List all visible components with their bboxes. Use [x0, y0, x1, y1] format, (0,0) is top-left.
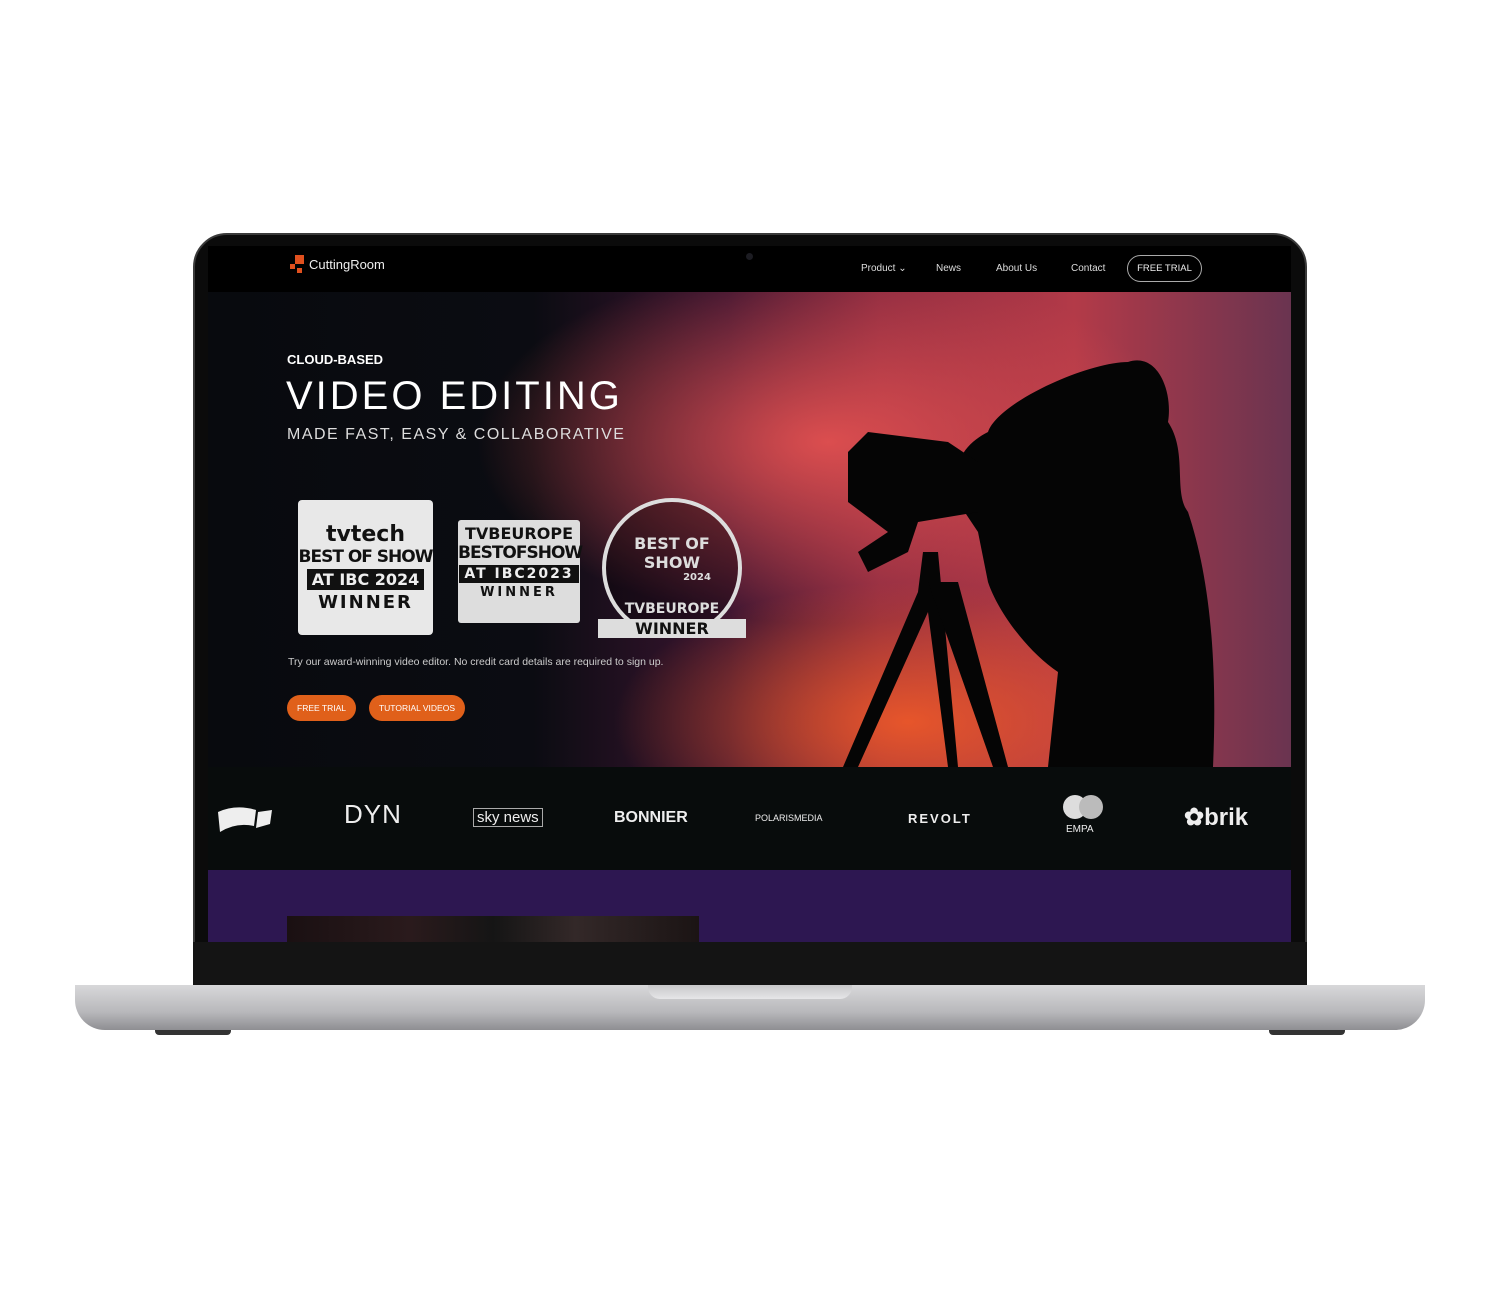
award-badge-tvtech: tvtech BEST OF SHOW AT IBC 2024 WINNER — [298, 500, 434, 635]
client-logo-polarismedia: POLARISMEDIA — [755, 813, 823, 823]
nav-news[interactable]: News — [936, 263, 961, 274]
client-logo-sky-news: sky news — [473, 808, 543, 827]
empa-logo-icon — [1063, 795, 1103, 819]
hero-kicker: CLOUD-BASED — [287, 352, 384, 367]
hero-tagline: Try our award-winning video editor. No c… — [288, 656, 664, 668]
brand-name: CuttingRoom — [309, 256, 385, 272]
client-logos: DYN sky news BONNIER POLARISMEDIA REVOLT… — [208, 767, 1291, 870]
award-badge-tvbeurope-2023: TVBEUROPE BESTOFSHOW AT IBC2023 WINNER — [458, 520, 583, 623]
nav-contact[interactable]: Contact — [1071, 263, 1105, 274]
free-trial-nav-button[interactable]: FREE TRIAL — [1127, 255, 1202, 282]
nav-about[interactable]: About Us — [996, 263, 1037, 274]
webcam — [746, 253, 753, 260]
client-logo-bonnier: BONNIER — [614, 809, 688, 826]
screen: CuttingRoom Product ⌄ News About Us Cont… — [208, 246, 1291, 942]
hero-title: VIDEO EDITING — [286, 374, 623, 418]
flag-logo-icon — [218, 807, 272, 832]
client-logo-revolt: REVOLT — [908, 811, 972, 826]
tutorial-videos-button[interactable]: TUTORIAL VIDEOS — [369, 695, 465, 721]
hero: CLOUD-BASED VIDEO EDITING MADE FAST, EAS… — [208, 292, 1291, 767]
hero-subtitle: MADE FAST, EASY & COLLABORATIVE — [287, 426, 626, 443]
client-logo-dyn: DYN — [344, 799, 402, 829]
purple-section — [208, 870, 1291, 942]
chevron-down-icon: ⌄ — [898, 263, 907, 274]
laptop-chin — [193, 942, 1307, 988]
client-logo-brik: ✿brik — [1184, 804, 1249, 831]
laptop-foot — [1269, 1030, 1345, 1035]
brand-logo[interactable]: CuttingRoom — [290, 255, 385, 273]
free-trial-button[interactable]: FREE TRIAL — [287, 695, 356, 721]
laptop-foot — [155, 1030, 231, 1035]
video-thumbnail[interactable] — [287, 916, 699, 942]
logo-icon — [290, 255, 304, 273]
award-badge-tvbeurope-2024: BEST OF SHOW 2024 TVBEUROPE WINNER — [598, 498, 746, 638]
photographer-silhouette — [843, 360, 1215, 767]
laptop-notch — [648, 985, 852, 999]
nav-product[interactable]: Product ⌄ — [861, 263, 907, 274]
client-logo-empa: EMPA — [1066, 824, 1094, 835]
